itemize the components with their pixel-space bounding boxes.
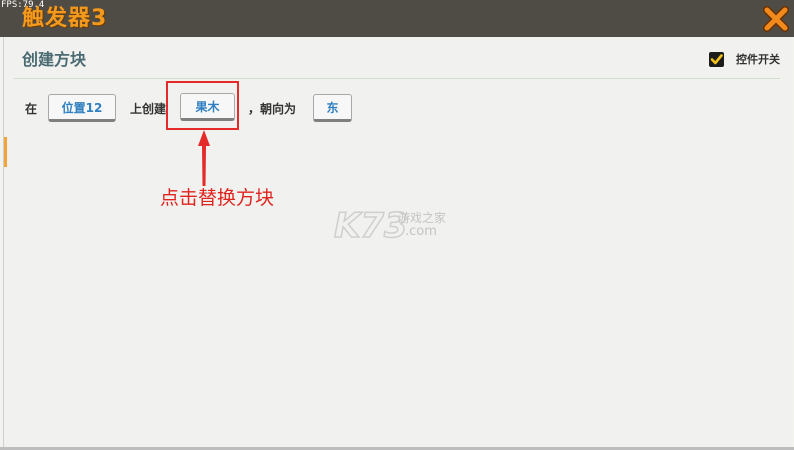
toggle-checkbox[interactable] — [709, 52, 724, 67]
annotation-arrow-icon — [198, 130, 210, 186]
watermark-site-name: 游戏之家 — [398, 211, 447, 225]
position-button-label: 位置12 — [61, 100, 103, 115]
close-button[interactable] — [763, 6, 789, 32]
create-text: 上创建 — [130, 102, 167, 116]
panel-edge-marker — [4, 137, 7, 167]
title-bar: FPS:79.4 触发器3 — [0, 0, 794, 37]
watermark-domain: .com — [405, 224, 437, 239]
prefix-text: 在 — [25, 102, 38, 116]
section-divider — [14, 78, 780, 79]
position-button[interactable]: 位置12 — [48, 94, 116, 122]
section-title: 创建方块 — [22, 50, 87, 69]
watermark-logo-text: K73 — [334, 207, 408, 241]
close-x-icon — [763, 6, 789, 32]
annotation-text: 点击替换方块 — [160, 187, 275, 209]
toggle-label: 控件开关 — [736, 53, 780, 66]
facing-text: ，朝向为 — [248, 102, 297, 116]
direction-button-label: 东 — [326, 100, 339, 115]
direction-button[interactable]: 东 — [313, 94, 352, 122]
trigger-panel — [3, 37, 792, 447]
window-title: 触发器3 — [22, 6, 108, 31]
annotation-highlight-box — [166, 81, 239, 130]
checkmark-icon — [710, 54, 723, 65]
